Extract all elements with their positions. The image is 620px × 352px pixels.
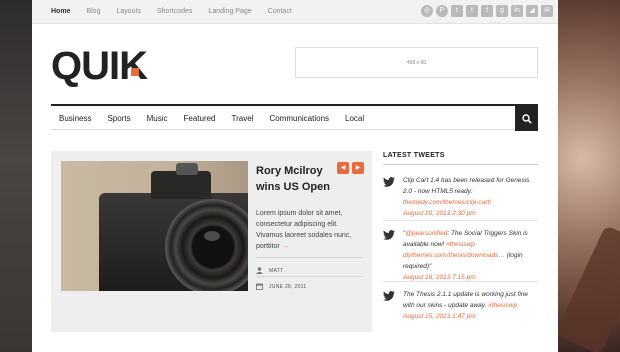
googleplus-icon[interactable]: g bbox=[496, 5, 508, 17]
lens-glint bbox=[204, 231, 220, 241]
nav-travel[interactable]: Travel bbox=[232, 114, 254, 123]
background-left bbox=[0, 0, 32, 352]
nav-featured[interactable]: Featured bbox=[183, 114, 215, 123]
tweet-hashtag[interactable]: #thesiswp bbox=[488, 302, 517, 309]
camera-lens bbox=[165, 199, 248, 291]
tweet-handle[interactable]: @pearsonified bbox=[405, 230, 447, 237]
search-button[interactable] bbox=[515, 106, 538, 131]
twitter-icon[interactable]: t bbox=[451, 5, 463, 17]
tweet-time[interactable]: August 20, 2013 2:30 pm bbox=[403, 208, 539, 219]
nav-sports[interactable]: Sports bbox=[107, 114, 130, 123]
logo-dot bbox=[131, 68, 139, 76]
background-right bbox=[554, 0, 620, 352]
top-nav: Home Blog Layouts Shortcodes Landing Pag… bbox=[51, 8, 308, 15]
topnav-shortcodes[interactable]: Shortcodes bbox=[157, 8, 192, 15]
meta-date: JUNE 28, 2011 bbox=[256, 283, 306, 290]
latest-tweets-heading: LATEST TWEETS bbox=[383, 152, 445, 159]
ad-banner[interactable]: 468 x 60 bbox=[295, 47, 538, 78]
divider bbox=[383, 220, 538, 221]
tweet-text: Clip Cart 1.4 has been released for Gene… bbox=[403, 177, 530, 195]
featured-slider: Rory Mcilroy wins US Open ◀ ▶ Lorem ipsu… bbox=[51, 151, 372, 332]
facebook-icon[interactable]: f bbox=[481, 5, 493, 17]
next-arrow-icon[interactable]: ▶ bbox=[352, 162, 364, 174]
slider-arrows: ◀ ▶ bbox=[334, 162, 364, 174]
tweet-hashtag[interactable]: #thesiswp bbox=[446, 241, 475, 248]
topnav-home[interactable]: Home bbox=[51, 8, 70, 15]
site-logo[interactable]: QUIK bbox=[51, 44, 148, 89]
divider bbox=[383, 281, 538, 282]
nav-business[interactable]: Business bbox=[59, 114, 91, 123]
top-bar: Home Blog Layouts Shortcodes Landing Pag… bbox=[32, 0, 558, 24]
camera-dial bbox=[176, 163, 198, 175]
pinterest-icon[interactable]: P bbox=[436, 5, 448, 17]
tweet-link[interactable]: themedy.com/themes/clip-cart/ bbox=[403, 199, 491, 206]
background-blur-shape bbox=[554, 225, 620, 352]
post-date: JUNE 28, 2011 bbox=[269, 283, 307, 290]
meta-author: MATT bbox=[256, 267, 283, 274]
topnav-contact[interactable]: Contact bbox=[268, 8, 292, 15]
topnav-blog[interactable]: Blog bbox=[86, 8, 100, 15]
divider bbox=[383, 164, 538, 165]
prev-arrow-icon[interactable]: ◀ bbox=[337, 162, 349, 174]
tumblr-icon[interactable]: t bbox=[466, 5, 478, 17]
twitter-bird-icon bbox=[383, 291, 395, 301]
topnav-layouts[interactable]: Layouts bbox=[116, 8, 141, 15]
camera-top bbox=[151, 171, 211, 199]
search-icon bbox=[521, 113, 532, 124]
author-name[interactable]: MATT bbox=[269, 268, 283, 274]
linkedin-icon[interactable]: in bbox=[511, 5, 523, 17]
nav-local[interactable]: Local bbox=[345, 114, 364, 123]
page: Home Blog Layouts Shortcodes Landing Pag… bbox=[32, 0, 558, 352]
read-more-arrow[interactable]: → bbox=[282, 243, 289, 250]
nav-music[interactable]: Music bbox=[147, 114, 168, 123]
topnav-landing-page[interactable]: Landing Page bbox=[208, 8, 251, 15]
featured-excerpt: Lorem ipsum dolor sit amet, consectetur … bbox=[256, 208, 366, 252]
nav-communications[interactable]: Communications bbox=[269, 114, 329, 123]
excerpt-text: Lorem ipsum dolor sit amet, consectetur … bbox=[256, 210, 352, 250]
tweet-time[interactable]: August 15, 2013 1:47 pm bbox=[403, 311, 539, 322]
twitter-bird-icon bbox=[383, 230, 395, 240]
user-icon bbox=[256, 267, 263, 274]
social-icons: ◎ P t t f g in ◢ ✉ bbox=[421, 5, 556, 17]
divider bbox=[256, 276, 362, 277]
featured-image[interactable] bbox=[61, 161, 248, 291]
calendar-icon bbox=[256, 283, 263, 290]
dribbble-icon[interactable]: ◎ bbox=[421, 5, 433, 17]
main-nav: Business Sports Music Featured Travel Co… bbox=[51, 104, 538, 131]
rss-icon[interactable]: ◢ bbox=[526, 5, 538, 17]
email-icon[interactable]: ✉ bbox=[541, 5, 553, 17]
twitter-bird-icon bbox=[383, 177, 395, 187]
divider bbox=[256, 257, 362, 258]
tweet-link[interactable]: diythemes.com/thesis/downloads… bbox=[403, 252, 505, 259]
featured-title[interactable]: Rory Mcilroy wins US Open bbox=[256, 163, 336, 195]
